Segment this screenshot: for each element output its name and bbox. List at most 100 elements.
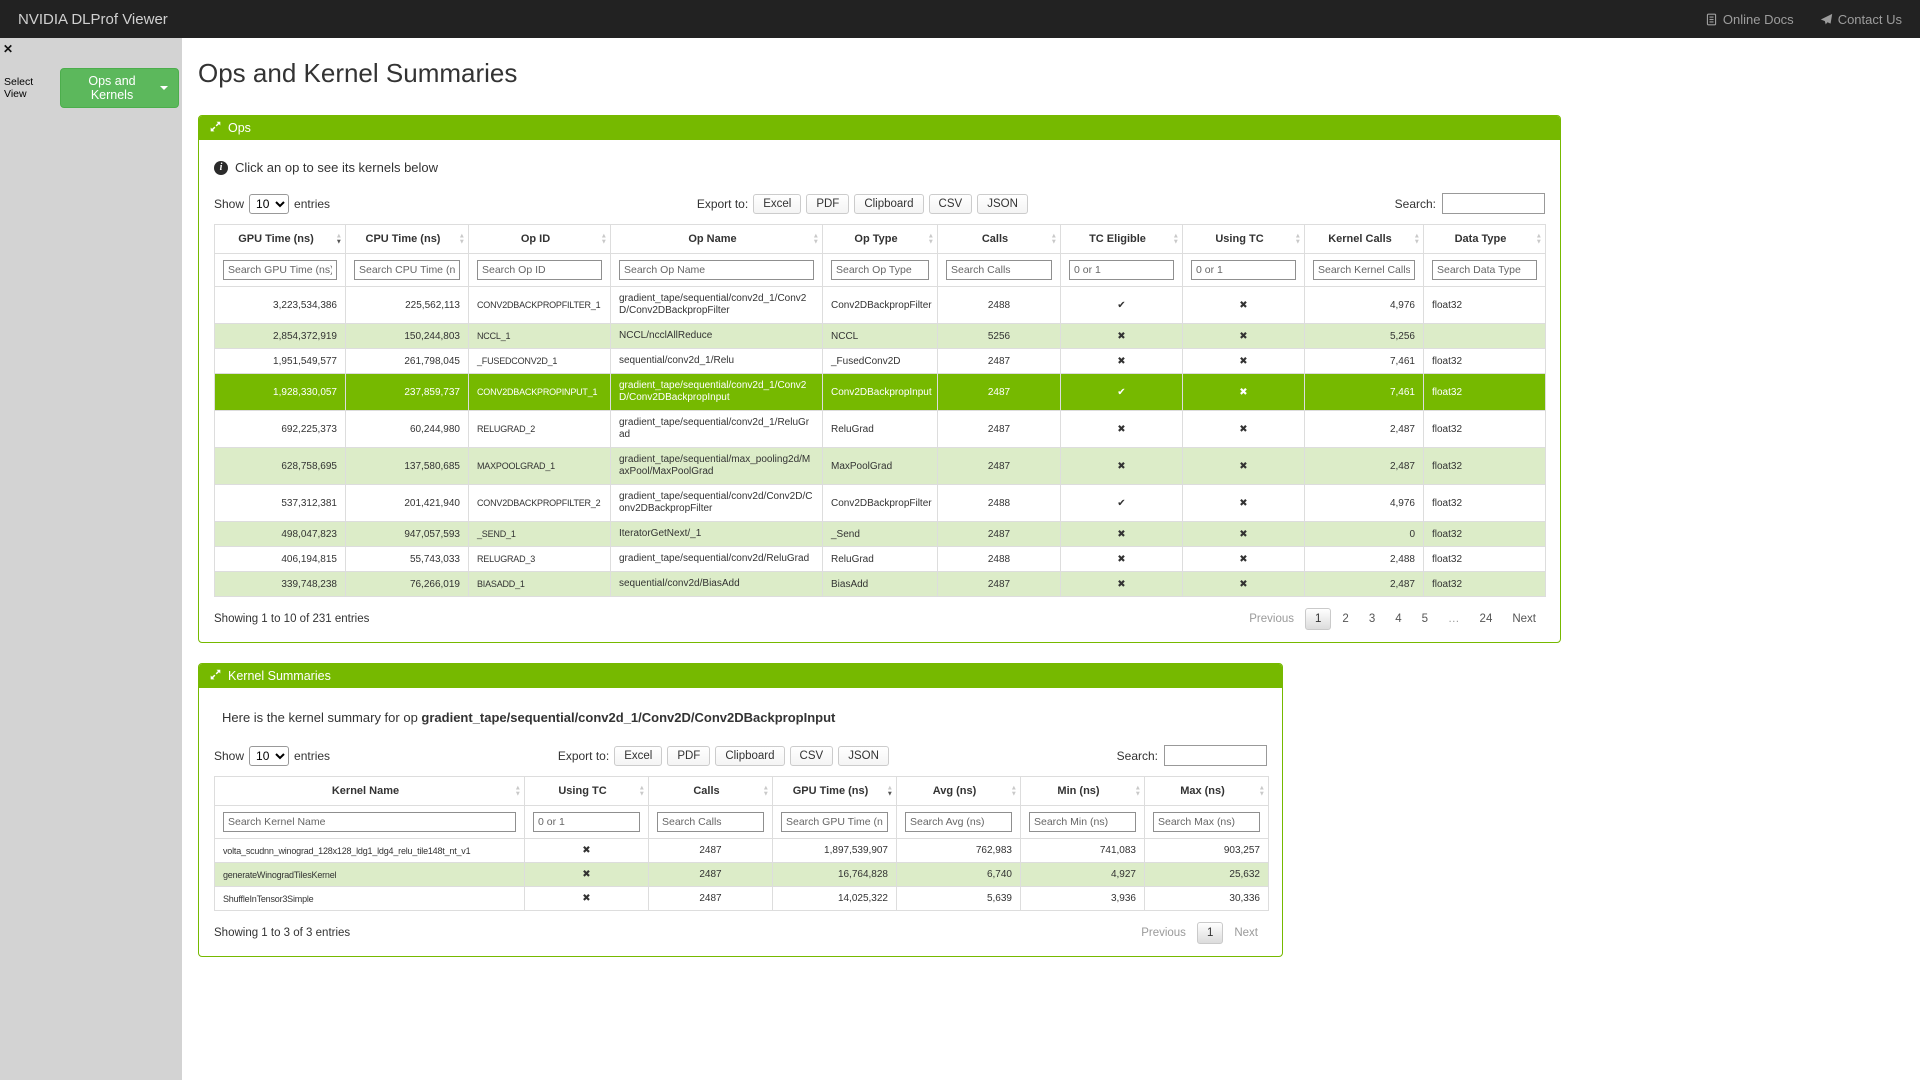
table-row[interactable]: ShuffleInTensor3Simple✖248714,025,3225,6… [215,887,1269,911]
filter-input-using-tc[interactable] [1191,260,1296,280]
online-docs-link[interactable]: Online Docs [1705,12,1794,27]
docs-icon [1705,13,1718,26]
ops-pagination-5[interactable]: 5 [1413,609,1437,629]
ops-panel-heading[interactable]: Ops [199,116,1560,140]
kernel-export-excel-button[interactable]: Excel [614,746,662,766]
table-row[interactable]: 537,312,381201,421,940CONV2DBACKPROPFILT… [215,485,1546,522]
filter-input-kernel-calls[interactable] [1313,260,1415,280]
sidebar-close-icon[interactable]: ✕ [3,42,13,56]
ops-pagination-3[interactable]: 3 [1360,609,1384,629]
table-row[interactable]: generateWinogradTilesKernel✖248716,764,8… [215,863,1269,887]
contact-us-link[interactable]: Contact Us [1820,12,1902,27]
table-row[interactable]: 2,854,372,919150,244,803NCCL_1NCCL/ncclA… [215,324,1546,349]
table-row[interactable]: volta_scudnn_winograd_128x128_ldg1_ldg4_… [215,839,1269,863]
column-header-kernel-calls[interactable]: Kernel Calls▲▼ [1305,225,1424,254]
column-header-data-type[interactable]: Data Type▲▼ [1424,225,1546,254]
ops-search-input[interactable] [1442,193,1545,214]
column-header-gpu-time-ns[interactable]: GPU Time (ns)▲▼ [215,225,346,254]
table-cell: gradient_tape/sequential/conv2d_1/ReluGr… [611,411,823,448]
x-icon: ✖ [1061,547,1183,572]
kernel-entries-select[interactable]: 10 [249,746,289,766]
table-row[interactable]: 339,748,23876,266,019BIASADD_1sequential… [215,572,1546,597]
column-header-min-ns[interactable]: Min (ns)▲▼ [1021,777,1145,806]
column-header-op-type[interactable]: Op Type▲▼ [823,225,938,254]
table-cell: 150,244,803 [346,324,469,349]
filter-input-op-name[interactable] [619,260,814,280]
x-icon: ✖ [1183,522,1305,547]
kernel-pagination-1[interactable]: 1 [1197,922,1223,944]
filter-input-op-id[interactable] [477,260,602,280]
column-header-gpu-time-ns[interactable]: GPU Time (ns)▲▼ [773,777,897,806]
column-label: Op Type [854,233,897,245]
filter-input-cpu-time-ns[interactable] [354,260,460,280]
kernel-search-input[interactable] [1164,745,1267,766]
x-icon: ✖ [1061,522,1183,547]
kernel-export-csv-button[interactable]: CSV [790,746,834,766]
filter-input-min-ns[interactable] [1029,812,1136,832]
column-header-max-ns[interactable]: Max (ns)▲▼ [1145,777,1269,806]
table-cell: 137,580,685 [346,448,469,485]
column-label: CPU Time (ns) [366,233,441,245]
ops-pagination-1[interactable]: 1 [1305,608,1331,630]
x-icon: ✖ [525,839,649,863]
table-row[interactable]: 1,928,330,057237,859,737CONV2DBACKPROPIN… [215,374,1546,411]
table-row[interactable]: 628,758,695137,580,685MAXPOOLGRAD_1gradi… [215,448,1546,485]
filter-input-data-type[interactable] [1432,260,1537,280]
table-cell: 2487 [649,863,773,887]
filter-input-avg-ns[interactable] [905,812,1012,832]
table-row[interactable]: 406,194,81555,743,033RELUGRAD_3gradient_… [215,547,1546,572]
column-header-op-id[interactable]: Op ID▲▼ [469,225,611,254]
filter-input-calls[interactable] [657,812,764,832]
column-header-using-tc[interactable]: Using TC▲▼ [525,777,649,806]
send-icon [1820,13,1833,26]
table-row[interactable]: 1,951,549,577261,798,045_FUSEDCONV2D_1se… [215,349,1546,374]
ops-pagination-next[interactable]: Next [1503,609,1545,629]
filter-input-calls[interactable] [946,260,1052,280]
kernel-export-clipboard-button[interactable]: Clipboard [715,746,784,766]
column-header-cpu-time-ns[interactable]: CPU Time (ns)▲▼ [346,225,469,254]
sort-icon: ▲▼ [639,786,645,797]
ops-export-json-button[interactable]: JSON [977,194,1028,214]
table-cell: float32 [1424,572,1546,597]
search-label: Search: [1395,197,1436,211]
table-row[interactable]: 3,223,534,386225,562,113CONV2DBACKPROPFI… [215,287,1546,324]
table-cell: float32 [1424,547,1546,572]
table-cell: 2488 [938,547,1061,572]
column-header-calls[interactable]: Calls▲▼ [649,777,773,806]
kernel-export-json-button[interactable]: JSON [838,746,889,766]
ops-export-pdf-button[interactable]: PDF [806,194,849,214]
filter-cell [525,806,649,839]
kernel-panel-title: Kernel Summaries [228,669,331,683]
ops-table: GPU Time (ns)▲▼CPU Time (ns)▲▼Op ID▲▼Op … [214,224,1546,597]
filter-input-gpu-time-ns[interactable] [781,812,888,832]
ops-export-clipboard-button[interactable]: Clipboard [854,194,923,214]
table-cell: IteratorGetNext/_1 [611,522,823,547]
kernel-export-pdf-button[interactable]: PDF [667,746,710,766]
ops-pagination-previous: Previous [1240,609,1303,629]
column-header-avg-ns[interactable]: Avg (ns)▲▼ [897,777,1021,806]
table-cell: 2,854,372,919 [215,324,346,349]
column-header-using-tc[interactable]: Using TC▲▼ [1183,225,1305,254]
filter-input-max-ns[interactable] [1153,812,1260,832]
ops-entries-select[interactable]: 10 [249,194,289,214]
filter-input-op-type[interactable] [831,260,929,280]
table-row[interactable]: 692,225,37360,244,980RELUGRAD_2gradient_… [215,411,1546,448]
ops-export-csv-button[interactable]: CSV [929,194,973,214]
filter-input-tc-eligible[interactable] [1069,260,1174,280]
ops-export-excel-button[interactable]: Excel [753,194,801,214]
ops-pagination-4[interactable]: 4 [1386,609,1410,629]
sort-icon: ▲▼ [813,234,819,245]
view-dropdown-button[interactable]: Ops and Kernels [60,68,179,108]
filter-input-kernel-name[interactable] [223,812,516,832]
column-header-op-name[interactable]: Op Name▲▼ [611,225,823,254]
column-header-kernel-name[interactable]: Kernel Name▲▼ [215,777,525,806]
table-row[interactable]: 498,047,823947,057,593_SEND_1IteratorGet… [215,522,1546,547]
ops-pagination-2[interactable]: 2 [1333,609,1357,629]
ops-pagination-24[interactable]: 24 [1471,609,1502,629]
kernel-panel-heading[interactable]: Kernel Summaries [199,664,1282,688]
filter-input-gpu-time-ns[interactable] [223,260,337,280]
column-header-tc-eligible[interactable]: TC Eligible▲▼ [1061,225,1183,254]
column-header-calls[interactable]: Calls▲▼ [938,225,1061,254]
filter-input-using-tc[interactable] [533,812,640,832]
view-dropdown-label: Ops and Kernels [71,74,153,102]
